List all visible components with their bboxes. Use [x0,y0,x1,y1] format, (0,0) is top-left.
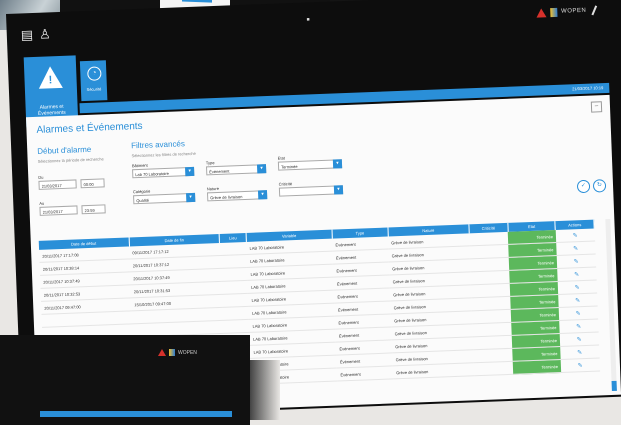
scroll-down-button[interactable] [611,380,617,392]
collapse-button[interactable]: – [590,101,603,113]
table-cell-place [220,254,248,269]
type-select-value: Événement [209,168,230,175]
category-select[interactable]: Qualité ▾ [133,192,196,205]
edit-icon[interactable]: ✎ [560,357,600,373]
nature-select[interactable]: Grève de livraison ▾ [206,190,268,202]
user-icon[interactable]: ♙ [39,26,51,42]
from-label: Du [38,174,44,180]
chevron-down-icon: ▾ [333,185,344,195]
table-cell-nature: Grève de livraison [392,362,475,379]
table-cell-crit [474,361,514,376]
security-tile[interactable]: ◔ Sécurité [79,60,108,102]
category-label: Catégorie [132,188,151,195]
page-title: Alarmes et Événements [36,120,143,136]
security-icon: ◔ [87,66,102,81]
logo-blue-icon [169,349,175,356]
table-cell-place [222,319,250,334]
table-cell-place [222,306,250,321]
table-cell-place [221,293,249,308]
foreground-shadow [250,360,280,420]
chevron-down-icon: ▾ [332,159,343,169]
brand-logo: WOPEN [535,5,598,18]
category-select-value: Qualité [136,197,150,204]
nature-select-value: Grève de livraison [210,194,243,201]
from-date-input[interactable]: 21/03/2017 [38,179,77,190]
filters-title: Filtres avancés [130,139,186,151]
state-select-value: Terminée [280,163,298,170]
logo-red-icon [158,349,166,356]
table-scrollbar[interactable] [605,218,617,392]
chevron-down-icon: ▾ [256,164,267,174]
print-icon[interactable]: ▤ [21,27,34,43]
site-select-value: Lab 70 Laboratoire [135,170,169,178]
reset-button[interactable]: ↻ [592,179,607,193]
header-info: 21/03/2017 10:19 [572,85,604,92]
brand-name: WOPEN [561,7,587,15]
logo-red-icon [535,7,547,18]
table-cell-place [221,280,249,295]
background-panel-bar [182,0,212,3]
date-section-subtitle: Sélectionnez la période de recherche [37,156,104,164]
chevron-down-icon: ▾ [185,166,195,177]
nature-label: Nature [206,185,219,192]
to-label: Au [39,200,45,206]
foreground-header-strip [40,411,232,417]
table-cell-state: Terminée [512,359,562,375]
table-cell-place [219,241,247,256]
validate-button[interactable]: ✓ [576,179,591,194]
from-time-input[interactable]: 00:00 [80,178,105,189]
state-select[interactable]: Terminée ▾ [277,159,343,171]
type-label: Type [205,160,215,166]
date-section-title: Début d'alarme [37,144,92,156]
to-date-input[interactable]: 21/03/2017 [39,205,78,216]
foreground-brand-logo: WOPEN [158,349,197,356]
chevron-down-icon: ▾ [186,192,196,203]
foreground-brand-name: WOPEN [178,349,197,356]
pen-icon[interactable] [591,5,598,16]
table-cell-place [220,267,248,282]
site-label: Bâtiment [131,162,148,169]
criticity-label: Criticité [278,181,293,187]
filters-subtitle: Sélectionnez les filtres de recherche [131,150,196,159]
criticity-select[interactable]: ▾ [278,185,344,197]
security-tile-label: Sécurité [86,86,102,92]
warning-exclamation: ! [48,74,53,87]
state-label: Etat [277,155,285,161]
site-select[interactable]: Lab 70 Laboratoire ▾ [132,166,195,179]
chevron-down-icon: ▾ [257,190,268,200]
menu-icon[interactable]: ▪ [306,14,310,25]
table-cell-type: Événement [337,365,394,382]
top-icons: ▤ ♙ [21,26,52,43]
type-select[interactable]: Événement ▾ [205,164,267,176]
to-time-input[interactable]: 23:59 [81,204,106,215]
logo-blue-icon [549,7,558,17]
foreground-device: WOPEN [0,335,250,425]
